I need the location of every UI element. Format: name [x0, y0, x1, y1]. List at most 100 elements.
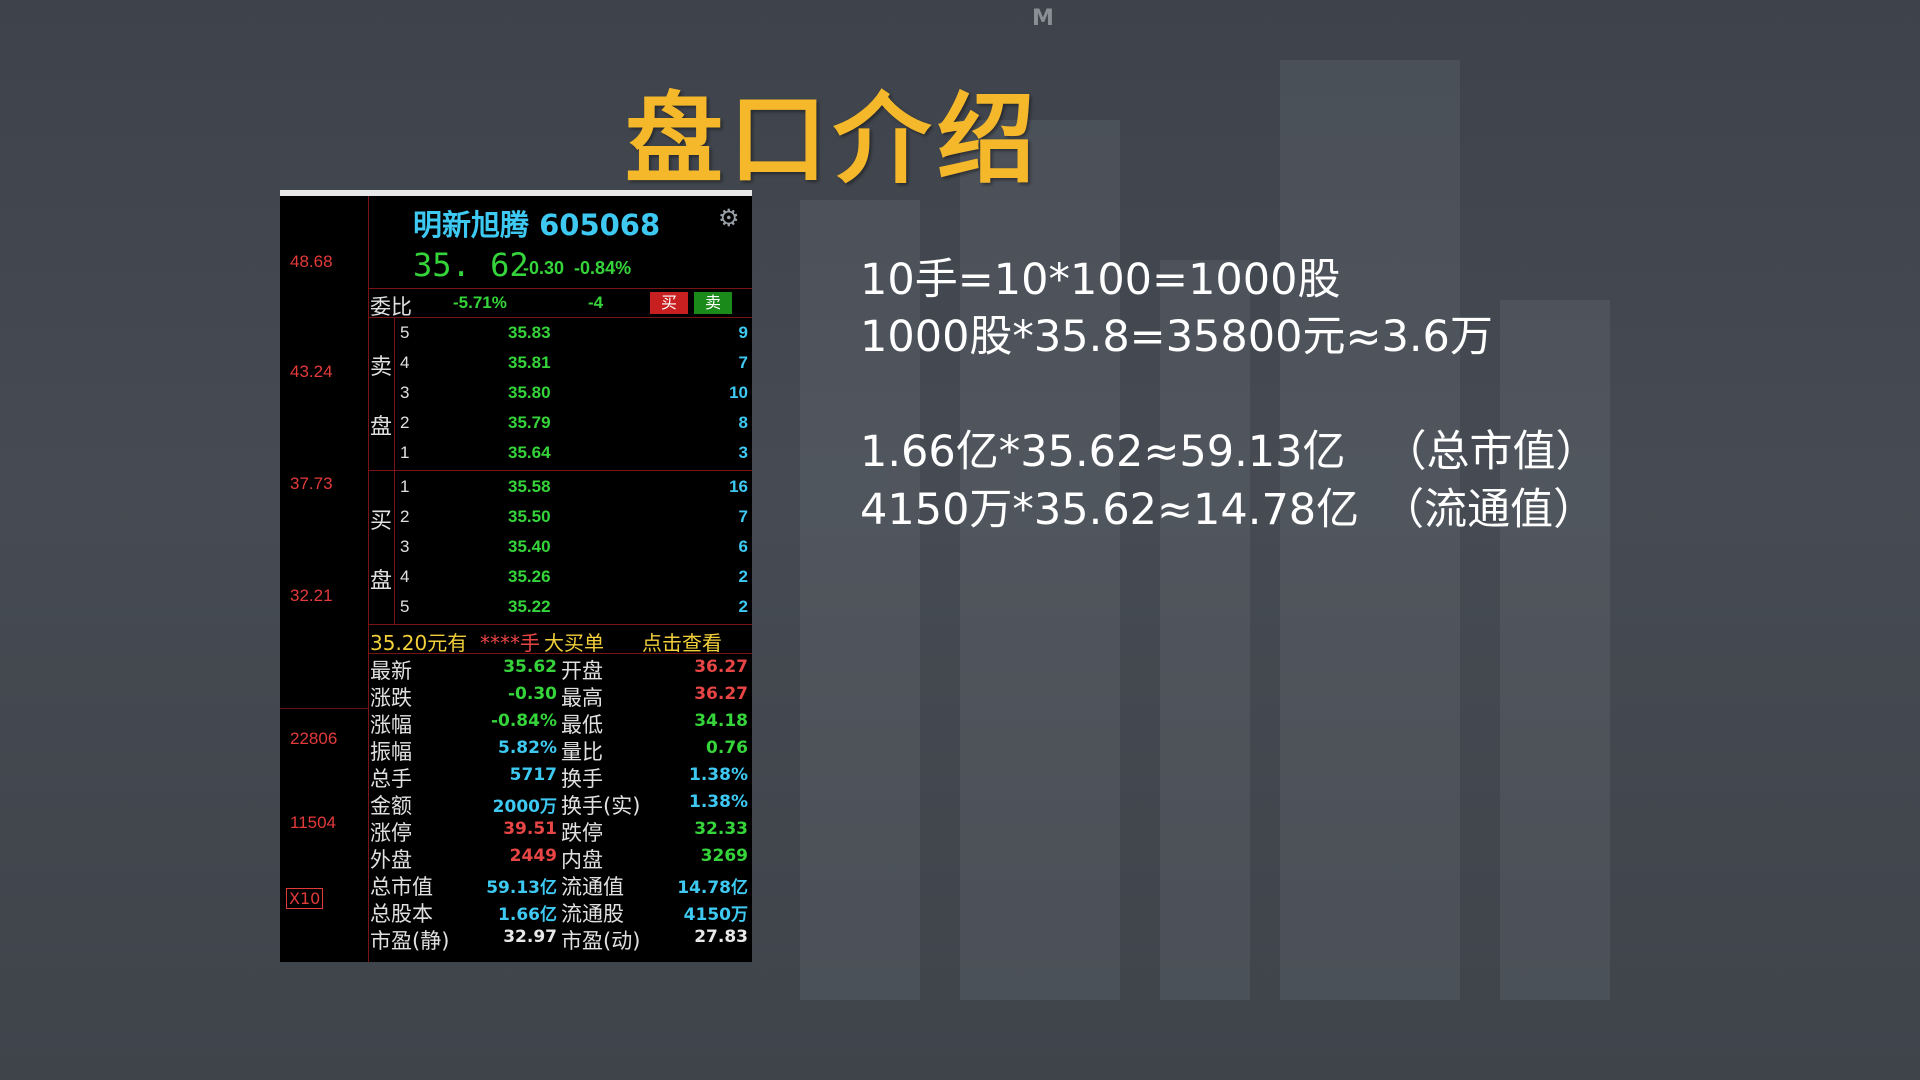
- stat-value: 32.33: [694, 819, 748, 839]
- stats-row: 最新 35.62 开盘 36.27: [368, 654, 752, 683]
- ask-book: 卖 盘 5 35.83 9 4 35.81 7 3 35.80 10 2 35.…: [368, 317, 752, 471]
- axis-price-2: 43.24: [290, 362, 333, 381]
- ask-price: 35.80: [508, 383, 551, 402]
- weicha-value: -4: [588, 293, 604, 312]
- ask-row[interactable]: 3 35.80 10: [368, 377, 752, 407]
- stat-value: 1.38%: [689, 792, 748, 812]
- banner-price: 35.20元有: [370, 631, 468, 655]
- banner-big-order: 大买单: [544, 631, 604, 655]
- stat-value: 27.83: [694, 927, 748, 947]
- stats-row: 市盈(静) 32.97 市盈(动) 27.83: [368, 924, 752, 953]
- bid-price: 35.40: [508, 537, 551, 556]
- stat-value: 4150万: [683, 905, 748, 925]
- bid-row[interactable]: 4 35.26 2: [368, 561, 752, 591]
- change-value: -0.30: [523, 258, 565, 278]
- bid-price: 35.58: [508, 477, 551, 496]
- bid-row[interactable]: 5 35.22 2: [368, 591, 752, 621]
- stat-value: 2449: [509, 846, 557, 866]
- slide-title: 盘口介绍: [625, 82, 1042, 197]
- stat-value: -0.84%: [490, 711, 557, 731]
- stat-value: 34.18: [694, 711, 748, 731]
- bid-row[interactable]: 2 35.50 7: [368, 501, 752, 531]
- bid-level: 5: [400, 597, 410, 616]
- stats-row: 涨停 39.51 跌停 32.33: [368, 816, 752, 845]
- ask-level: 1: [400, 443, 410, 462]
- axis-price-4: 32.21: [290, 586, 333, 605]
- stat-value: 1.66亿: [498, 905, 557, 925]
- change-percent: -0.84%: [574, 258, 632, 278]
- bid-level: 1: [400, 477, 410, 496]
- quote-panel-screenshot: 48.68 43.24 37.73 32.21 22806 11504 X10 …: [280, 190, 752, 962]
- stat-value: 59.13亿: [486, 878, 557, 898]
- bid-volume: 6: [738, 537, 748, 556]
- bid-volume: 2: [738, 597, 748, 616]
- stats-row: 总市值 59.13亿 流通值 14.78亿: [368, 870, 752, 899]
- ask-row[interactable]: 1 35.64 3: [368, 437, 752, 467]
- ask-row[interactable]: 4 35.81 7: [368, 347, 752, 377]
- note-line-float-mcap: 4150万*35.62≈14.78亿 （流通值）: [860, 475, 1596, 537]
- ask-level: 5: [400, 323, 410, 342]
- stat-value: 36.27: [694, 657, 748, 677]
- ask-level: 4: [400, 353, 410, 372]
- ask-price: 35.81: [508, 353, 551, 372]
- axis-volume-1: 22806: [290, 729, 338, 748]
- stats-row: 金额 2000万 换手(实) 1.38%: [368, 789, 752, 818]
- stats-row: 总手 5717 换手 1.38%: [368, 762, 752, 791]
- bid-price: 35.22: [508, 597, 551, 616]
- stat-label: 市盈(动): [561, 929, 641, 953]
- bid-level: 4: [400, 567, 410, 586]
- ask-volume: 9: [738, 323, 748, 342]
- stat-value: 5717: [509, 765, 557, 785]
- big-order-banner[interactable]: 35.20元有 ****手 大买单 点击查看: [368, 624, 752, 656]
- stat-value: 0.76: [706, 738, 748, 758]
- stat-value: 5.82%: [498, 738, 557, 758]
- axis-volume-2: 11504: [290, 813, 337, 832]
- chart-left-axis: 48.68 43.24 37.73 32.21 22806 11504 X10: [280, 196, 369, 962]
- stat-value: 32.97: [503, 927, 557, 947]
- price-change: -0.30 -0.84%: [523, 258, 631, 279]
- weibi-bar: 委比 -5.71% -4 买 卖: [368, 288, 752, 319]
- note-float-mcap-tag: （流通值）: [1381, 485, 1597, 535]
- quote-board: 明新旭腾 605068 ⚙ 35. 62 -0.30 -0.84% 委比 -5.…: [368, 196, 752, 962]
- stat-value: 35.62: [503, 657, 557, 677]
- stock-name-code: 明新旭腾 605068: [413, 208, 661, 242]
- bid-volume: 16: [729, 477, 748, 496]
- ask-volume: 8: [738, 413, 748, 432]
- bid-row[interactable]: 1 35.58 16: [368, 471, 752, 501]
- buy-button[interactable]: 买: [650, 292, 688, 314]
- ask-level: 2: [400, 413, 410, 432]
- ask-row[interactable]: 2 35.79 8: [368, 407, 752, 437]
- stats-row: 外盘 2449 内盘 3269: [368, 843, 752, 872]
- bid-book: 买 盘 1 35.58 16 2 35.50 7 3 35.40 6 4 35.…: [368, 471, 752, 624]
- note-line-total-mcap: 1.66亿*35.62≈59.13亿 （总市值）: [860, 417, 1598, 479]
- axis-scale-badge[interactable]: X10: [286, 888, 324, 909]
- banner-hands: ****手: [480, 631, 540, 655]
- note-line-hands: 10手=10*100=1000股: [860, 255, 1341, 305]
- last-price: 35. 62: [413, 246, 529, 284]
- note-total-mcap-calc: 1.66亿*35.62≈59.13亿: [860, 427, 1346, 477]
- weibi-percent: -5.71%: [453, 293, 507, 312]
- gear-icon[interactable]: ⚙: [718, 204, 744, 232]
- stats-row: 涨幅 -0.84% 最低 34.18: [368, 708, 752, 737]
- ask-price: 35.83: [508, 323, 551, 342]
- axis-price-3: 37.73: [290, 474, 333, 493]
- stat-value: 39.51: [503, 819, 557, 839]
- axis-price-1: 48.68: [290, 252, 333, 271]
- stat-value: 2000万: [492, 797, 557, 817]
- stats-row: 振幅 5.82% 量比 0.76: [368, 735, 752, 764]
- note-float-mcap-calc: 4150万*35.62≈14.78亿: [860, 485, 1360, 535]
- ask-row[interactable]: 5 35.83 9: [368, 317, 752, 347]
- bid-volume: 2: [738, 567, 748, 586]
- stat-label: 市盈(静): [370, 929, 450, 953]
- sell-button[interactable]: 卖: [694, 292, 732, 314]
- bid-level: 3: [400, 537, 410, 556]
- stat-value: 36.27: [694, 684, 748, 704]
- stat-value: 1.38%: [689, 765, 748, 785]
- axis-divider: [280, 708, 368, 709]
- ask-level: 3: [400, 383, 410, 402]
- banner-view-link[interactable]: 点击查看: [642, 627, 722, 656]
- bid-row[interactable]: 3 35.40 6: [368, 531, 752, 561]
- ask-price: 35.64: [508, 443, 551, 462]
- bid-volume: 7: [738, 507, 748, 526]
- top-watermark: M: [1032, 6, 1054, 31]
